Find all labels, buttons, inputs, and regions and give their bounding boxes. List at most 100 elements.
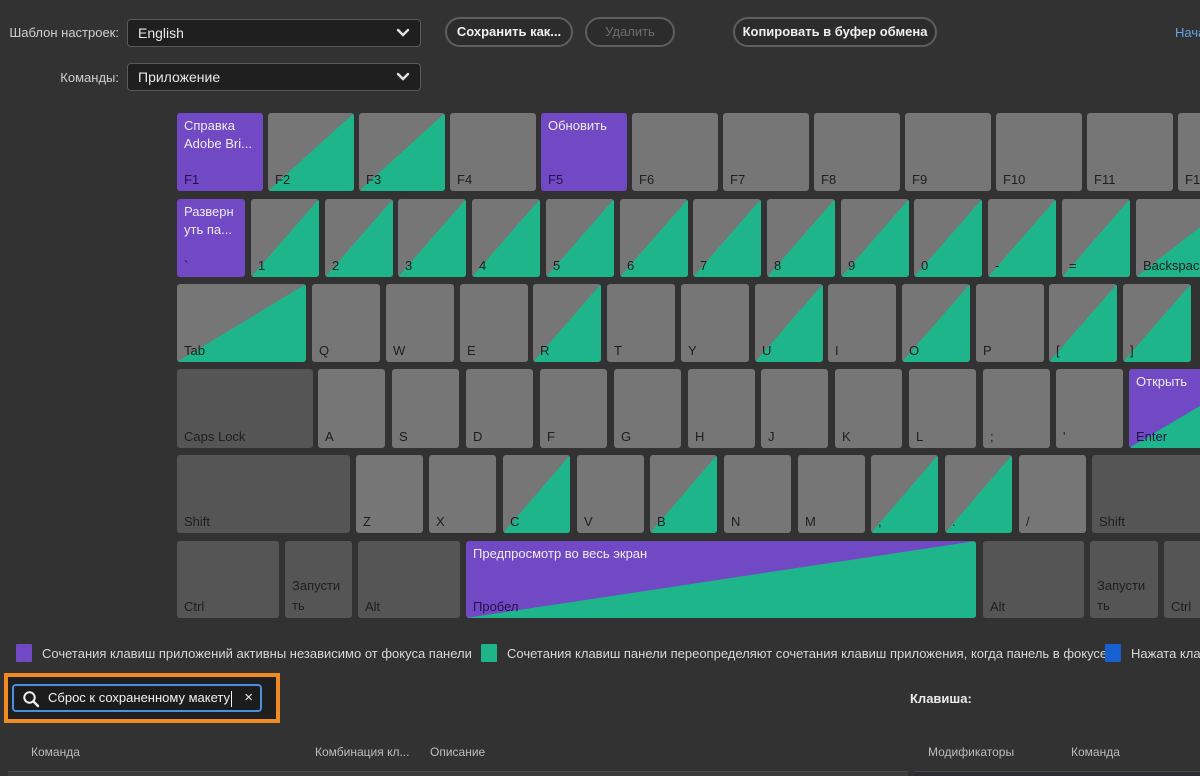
start-link[interactable]: Нача [1175,25,1200,40]
key-r[interactable]: R [533,284,601,362]
key-label: . [952,514,956,529]
key-o[interactable]: O [902,284,970,362]
key-6[interactable]: 6 [620,199,688,277]
key-f1[interactable]: Справка Adobe Bri... F1 [177,113,263,191]
key-s[interactable]: S [392,369,459,448]
key-9[interactable]: 9 [841,199,909,277]
key-p[interactable]: P [976,284,1044,362]
key-caps-lock[interactable]: Caps Lock [177,369,313,448]
key-;[interactable]: ; [983,369,1050,448]
key-f[interactable]: F [540,369,607,448]
key-запусти-ть[interactable]: Запусти ть [1090,541,1158,618]
key-g[interactable]: G [614,369,681,448]
key-x[interactable]: X [429,455,496,533]
blue-swatch-icon [1105,644,1121,662]
text-caret [231,690,232,707]
key-c[interactable]: C [503,455,570,533]
key-b[interactable]: B [650,455,717,533]
key-n[interactable]: N [724,455,791,533]
copy-to-clipboard-button[interactable]: Копировать в буфер обмена [733,17,937,47]
key-e[interactable]: E [460,284,528,362]
key-backspace[interactable]: Backspace [1136,199,1200,277]
key-label: ; [990,429,994,444]
key-t[interactable]: T [607,284,675,362]
key-label: V [584,514,593,529]
key-u[interactable]: U [755,284,823,362]
key-h[interactable]: H [688,369,755,448]
key-[[interactable]: [ [1049,284,1117,362]
preset-select[interactable]: English [127,19,421,47]
key-,[interactable]: , [871,455,938,533]
key-tab[interactable]: Tab [177,284,306,362]
search-input[interactable]: Сброс к сохраненному макету × [12,684,262,712]
key-f5[interactable]: Обновить F5 [541,113,627,191]
key-label: T [614,343,622,358]
key-][interactable]: ] [1123,284,1191,362]
key-f12[interactable]: F12 [1178,113,1200,191]
key-label: F7 [730,172,746,187]
key-f7[interactable]: F7 [723,113,809,191]
column-header-command[interactable]: Команда [31,745,80,759]
key-v[interactable]: V [577,455,644,533]
commands-select[interactable]: Приложение [127,63,421,91]
key-f9[interactable]: F9 [905,113,991,191]
save-as-button[interactable]: Сохранить как... [445,17,573,47]
clear-search-icon[interactable]: × [244,686,253,710]
key--[interactable]: - [988,199,1056,277]
key-alt[interactable]: Alt [983,541,1084,618]
key-8[interactable]: 8 [767,199,835,277]
key-i[interactable]: I [828,284,896,362]
key-label: Q [319,343,330,358]
key-label: F6 [639,172,655,187]
key-ctrl[interactable]: Ctrl [1164,541,1200,618]
key-запусти-ть[interactable]: Запусти ть [285,541,352,618]
key-label: Caps Lock [184,429,246,444]
key-shift[interactable]: Shift [177,455,350,533]
key-0[interactable]: 0 [914,199,982,277]
column-header-description[interactable]: Описание [430,745,485,759]
key-k[interactable]: K [835,369,902,448]
key-1[interactable]: 1 [251,199,319,277]
key-label: F8 [821,172,837,187]
key-f8[interactable]: F8 [814,113,900,191]
key-пробел[interactable]: Предпросмотр во весь экран Пробел [466,541,976,618]
key-f11[interactable]: F11 [1087,113,1173,191]
key-/[interactable]: / [1019,455,1086,533]
key-d[interactable]: D [466,369,533,448]
key-w[interactable]: W [386,284,454,362]
delete-button[interactable]: Удалить [585,17,675,47]
key-y[interactable]: Y [681,284,749,362]
key-7[interactable]: 7 [693,199,761,277]
key-4[interactable]: 4 [472,199,540,277]
key-m[interactable]: M [798,455,865,533]
key-f6[interactable]: F6 [632,113,718,191]
key-2[interactable]: 2 [325,199,393,277]
key-5[interactable]: 5 [546,199,614,277]
key-z[interactable]: Z [356,455,423,533]
key-label: 8 [774,258,782,273]
key-j[interactable]: J [761,369,828,448]
key-=[interactable]: = [1062,199,1130,277]
key-`[interactable]: Разверн уть па... ` [177,199,245,277]
key-f10[interactable]: F10 [996,113,1082,191]
key-'[interactable]: ' [1056,369,1123,448]
key-label: 2 [332,258,340,273]
column-header-key-command[interactable]: Команда [1071,745,1120,759]
key-f4[interactable]: F4 [450,113,536,191]
key-3[interactable]: 3 [398,199,466,277]
key-q[interactable]: Q [312,284,380,362]
key-f3[interactable]: F3 [359,113,445,191]
key-alt[interactable]: Alt [358,541,460,618]
key-ctrl[interactable]: Ctrl [177,541,279,618]
key-label: Ctrl [1171,599,1192,614]
key-shift[interactable]: Shift [1092,455,1200,533]
key-enter[interactable]: Открыть Enter [1129,369,1200,448]
column-header-modifiers[interactable]: Модификаторы [928,745,1014,759]
key-l[interactable]: L [909,369,976,448]
key-f2[interactable]: F2 [268,113,354,191]
key-.[interactable]: . [945,455,1012,533]
column-header-shortcut[interactable]: Комбинация кл... [315,745,409,759]
key-label: W [393,343,406,358]
key-a[interactable]: A [318,369,385,448]
key-label: Tab [184,343,205,358]
